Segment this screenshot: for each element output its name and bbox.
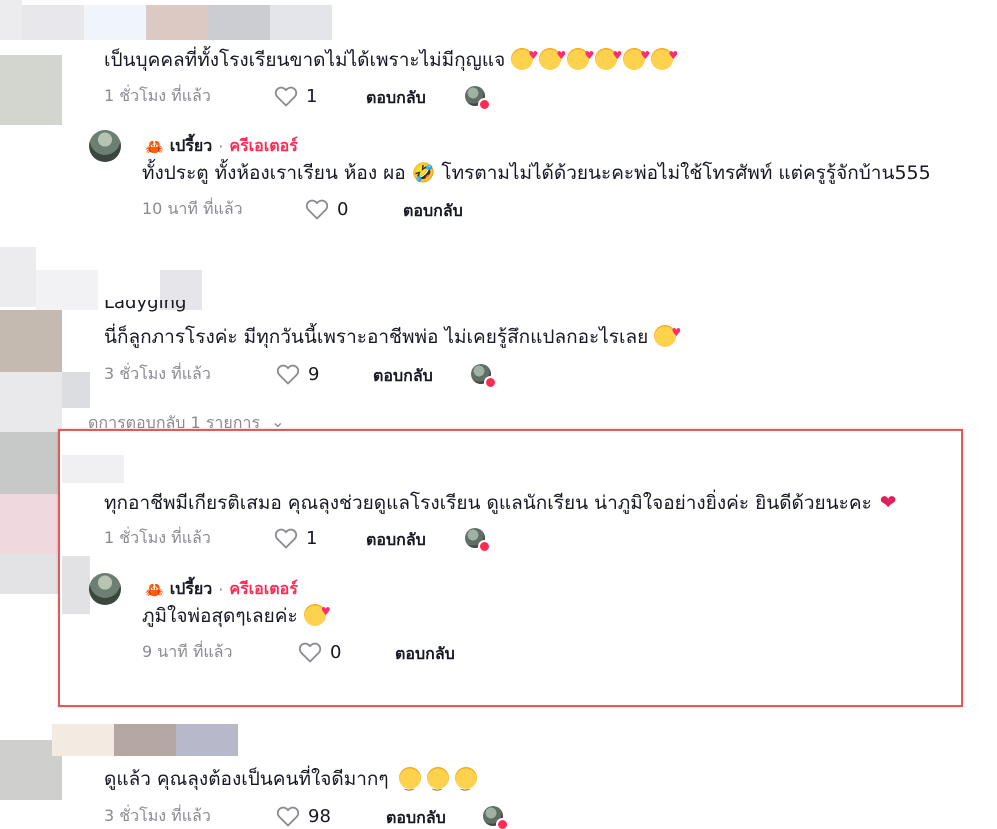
redacted-block: [0, 247, 36, 307]
reply-button[interactable]: ตอบกลับ: [373, 364, 433, 389]
red-heart-emoji: ❤: [879, 490, 897, 514]
redacted-block: [0, 310, 62, 372]
redacted-block: [22, 5, 84, 40]
smiling-face-with-hearts-emoji: [567, 44, 594, 70]
heart-outline-icon: [274, 528, 298, 549]
like-button[interactable]: 98: [276, 804, 331, 828]
comment-meta: 3 ชั่วโมง ที่แล้ว: [104, 804, 211, 828]
creator-badge: ครีเอเตอร์: [229, 136, 298, 155]
author-name: เปรี้ยว: [169, 136, 213, 155]
reply-author[interactable]: 🦀 เปรี้ยว · ครีเอเตอร์: [145, 577, 298, 602]
like-count: 0: [337, 198, 349, 220]
author-prefix: 🦀: [145, 580, 164, 599]
redacted-block: [62, 372, 90, 408]
reply-text: ภูมิใจพ่อสุดๆเลยค่ะ: [142, 600, 331, 628]
redacted-block: [114, 724, 176, 756]
heart-outline-icon: [274, 86, 298, 107]
like-button[interactable]: 1: [274, 526, 317, 550]
redacted-block: [36, 270, 98, 310]
redacted-block: [0, 55, 62, 125]
like-count: 1: [306, 527, 318, 549]
like-button[interactable]: 0: [305, 197, 348, 221]
redacted-block: [0, 494, 58, 554]
heart-outline-icon: [305, 199, 329, 220]
reply-text: ทั้งประตู ทั้งห้องเราเรียน ห้อง ผอ 🤣 โทร…: [142, 162, 931, 184]
author-name: เปรี้ยว: [169, 579, 213, 598]
comment-meta: 1 ชั่วโมง ที่แล้ว: [104, 526, 211, 550]
smiling-face-with-hearts-emoji: [654, 321, 681, 347]
chevron-down-icon: ⌄: [271, 412, 285, 428]
smiling-face-with-hearts-emoji: [623, 44, 650, 70]
creator-liked-badge-icon: [465, 86, 491, 111]
redacted-block: [52, 724, 114, 756]
reply-button[interactable]: ตอบกลับ: [395, 642, 455, 667]
heart-outline-icon: [276, 806, 300, 827]
comment-meta: 9 นาที ที่แล้ว: [142, 640, 232, 664]
reply-button[interactable]: ตอบกลับ: [403, 199, 463, 224]
smiling-face-with-hearts-emoji: [303, 600, 331, 626]
reply-author[interactable]: 🦀 เปรี้ยว · ครีเอเตอร์: [145, 134, 298, 159]
redacted-block: [0, 554, 58, 594]
reply-button[interactable]: ตอบกลับ: [366, 86, 426, 111]
highlight-box: [58, 429, 963, 707]
comment-text: ทุกอาชีพมีเกียรติเสมอ คุณลุงช่วยดูแลโรงเ…: [104, 490, 897, 514]
like-button[interactable]: 0: [298, 640, 341, 664]
comment-time: 9 นาที ที่แล้ว: [142, 641, 233, 661]
avatar[interactable]: [89, 130, 121, 162]
smiling-face-with-hearts-emoji: [511, 44, 538, 70]
redacted-block: [146, 5, 208, 40]
comment-author-partial: Ladyging: [104, 300, 187, 312]
creator-liked-badge-icon: [465, 528, 491, 553]
like-count: 1: [306, 85, 318, 107]
like-count: 9: [308, 363, 320, 385]
like-button[interactable]: 1: [274, 84, 317, 108]
comment-meta: 10 นาที ที่แล้ว: [142, 197, 243, 221]
like-button[interactable]: 9: [276, 362, 319, 386]
comment-time: 1 ชั่วโมง ที่แล้ว: [104, 527, 211, 547]
like-count: 0: [330, 641, 342, 663]
author-prefix: 🦀: [145, 137, 164, 156]
comment-time: 3 ชั่วโมง ที่แล้ว: [104, 805, 211, 825]
redacted-block: [0, 0, 22, 40]
separator: ·: [218, 137, 224, 156]
smiling-face-with-hearts-emoji: [539, 44, 566, 70]
smiling-face-emoji: [426, 767, 449, 797]
comment-meta: 3 ชั่วโมง ที่แล้ว: [104, 362, 211, 386]
reply-button[interactable]: ตอบกลับ: [366, 528, 426, 553]
view-replies-link[interactable]: ดูการตอบกลับ 1 รายการ ⌄: [88, 410, 285, 428]
comment-text: ดูแล้ว คุณลุงต้องเป็นคนที่ใจดีมากๆ: [104, 767, 477, 797]
comment-time: 1 ชั่วโมง ที่แล้ว: [104, 85, 211, 105]
avatar[interactable]: [89, 573, 121, 605]
comment-text: เป็นบุคคลที่ทั้งโรงเรียนขาดไม่ได้เพราะไม…: [104, 44, 678, 72]
separator: ·: [218, 580, 224, 599]
creator-liked-badge-icon: [483, 806, 509, 829]
creator-liked-badge-icon: [471, 364, 497, 389]
redacted-block: [270, 5, 332, 40]
smiling-face-with-hearts-emoji: [595, 44, 622, 70]
smiling-face-emoji: [454, 767, 477, 797]
redacted-block: [0, 432, 58, 494]
redacted-block: [176, 724, 238, 756]
comment-time: 3 ชั่วโมง ที่แล้ว: [104, 363, 211, 383]
smiling-face-with-hearts-emoji: [651, 44, 678, 70]
smiling-face-emoji: [398, 767, 421, 797]
redacted-block: [0, 372, 62, 432]
redacted-block: [84, 5, 146, 40]
redacted-block: [208, 5, 270, 40]
comment-meta: 1 ชั่วโมง ที่แล้ว: [104, 84, 211, 108]
heart-outline-icon: [276, 364, 300, 385]
comment-time: 10 นาที ที่แล้ว: [142, 198, 243, 218]
comment-text: นี่ก็ลูกภารโรงค่ะ มีทุกวันนี้เพราะอาชีพพ…: [104, 321, 681, 349]
heart-outline-icon: [298, 642, 322, 663]
creator-badge: ครีเอเตอร์: [229, 579, 298, 598]
like-count: 98: [308, 805, 331, 827]
reply-button[interactable]: ตอบกลับ: [386, 806, 446, 829]
